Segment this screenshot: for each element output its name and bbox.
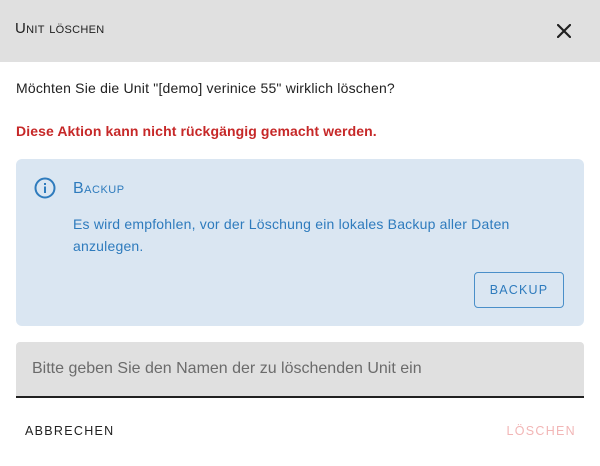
close-button[interactable] xyxy=(552,19,576,43)
irreversible-warning: Diese Aktion kann nicht rückgängig gemac… xyxy=(16,123,377,139)
dialog-titlebar: Unit löschen xyxy=(0,0,600,62)
unit-name-input[interactable] xyxy=(16,342,584,396)
delete-unit-dialog: Unit löschen Möchten Sie die Unit "[demo… xyxy=(0,0,600,466)
delete-button[interactable]: LÖSCHEN xyxy=(498,418,584,444)
info-title: Backup xyxy=(73,180,125,197)
unit-name-field xyxy=(16,342,584,398)
dialog-title: Unit löschen xyxy=(15,20,105,37)
backup-info-alert: Backup Es wird empfohlen, vor der Löschu… xyxy=(16,159,584,326)
info-icon xyxy=(34,177,56,199)
backup-button[interactable]: BACKUP xyxy=(474,272,564,308)
delete-question: Möchten Sie die Unit "[demo] verinice 55… xyxy=(16,80,395,96)
info-text: Es wird empfohlen, vor der Löschung ein … xyxy=(73,216,510,254)
close-icon xyxy=(557,24,571,38)
cancel-button[interactable]: ABBRECHEN xyxy=(17,418,123,444)
